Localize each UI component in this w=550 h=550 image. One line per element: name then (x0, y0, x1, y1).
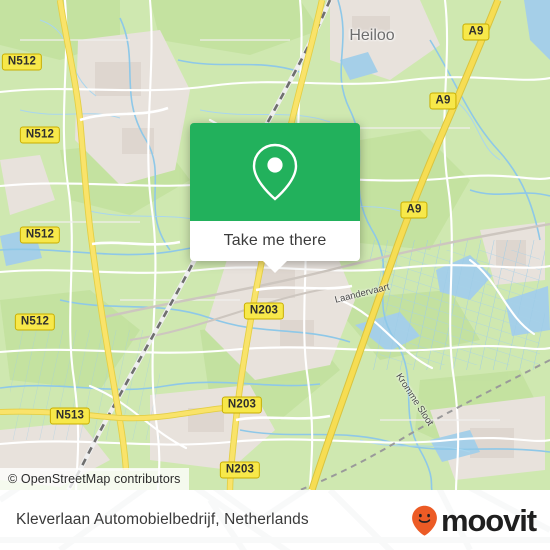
footer-content: Kleverlaan Automobielbedrijf, Netherland… (0, 490, 550, 550)
road-shield-n513[interactable]: N513 (49, 407, 91, 425)
road-shield-n203-b[interactable]: N203 (221, 396, 263, 414)
map-attribution[interactable]: © OpenStreetMap contributors (0, 468, 189, 490)
moovit-location-card: Heiloo Laandervaart Kromme Sloot N512 N5… (0, 0, 550, 550)
popup-action-bar[interactable]: Take me there (190, 221, 360, 261)
footer-bar: Kleverlaan Automobielbedrijf, Netherland… (0, 490, 550, 550)
road-shield-n203-c[interactable]: N203 (219, 461, 261, 479)
attribution-text: © OpenStreetMap contributors (8, 472, 181, 486)
take-me-there-label: Take me there (223, 232, 327, 249)
road-shield-n512-a[interactable]: N512 (1, 53, 43, 71)
road-shield-n512-c[interactable]: N512 (19, 226, 61, 244)
take-me-there-popup[interactable]: Take me there (190, 123, 360, 261)
map-place-label-heiloo: Heiloo (349, 27, 395, 44)
popup-pointer (263, 261, 287, 273)
location-title: Kleverlaan Automobielbedrijf, Netherland… (16, 511, 309, 528)
road-shield-a9-a[interactable]: A9 (462, 23, 490, 41)
popup-header (190, 123, 360, 221)
road-shield-n512-d[interactable]: N512 (14, 313, 56, 331)
moovit-wordmark: moovit (440, 502, 537, 538)
road-shield-a9-c[interactable]: A9 (400, 201, 428, 219)
road-shield-n203-a[interactable]: N203 (243, 302, 285, 320)
road-shield-n512-b[interactable]: N512 (19, 126, 61, 144)
moovit-brand[interactable]: moovit (411, 502, 537, 538)
moovit-smiley-pin-icon (412, 505, 437, 536)
map-canvas[interactable]: Heiloo Laandervaart Kromme Sloot N512 N5… (0, 0, 550, 490)
road-shield-a9-b[interactable]: A9 (429, 92, 457, 110)
location-pin-icon (252, 143, 298, 201)
